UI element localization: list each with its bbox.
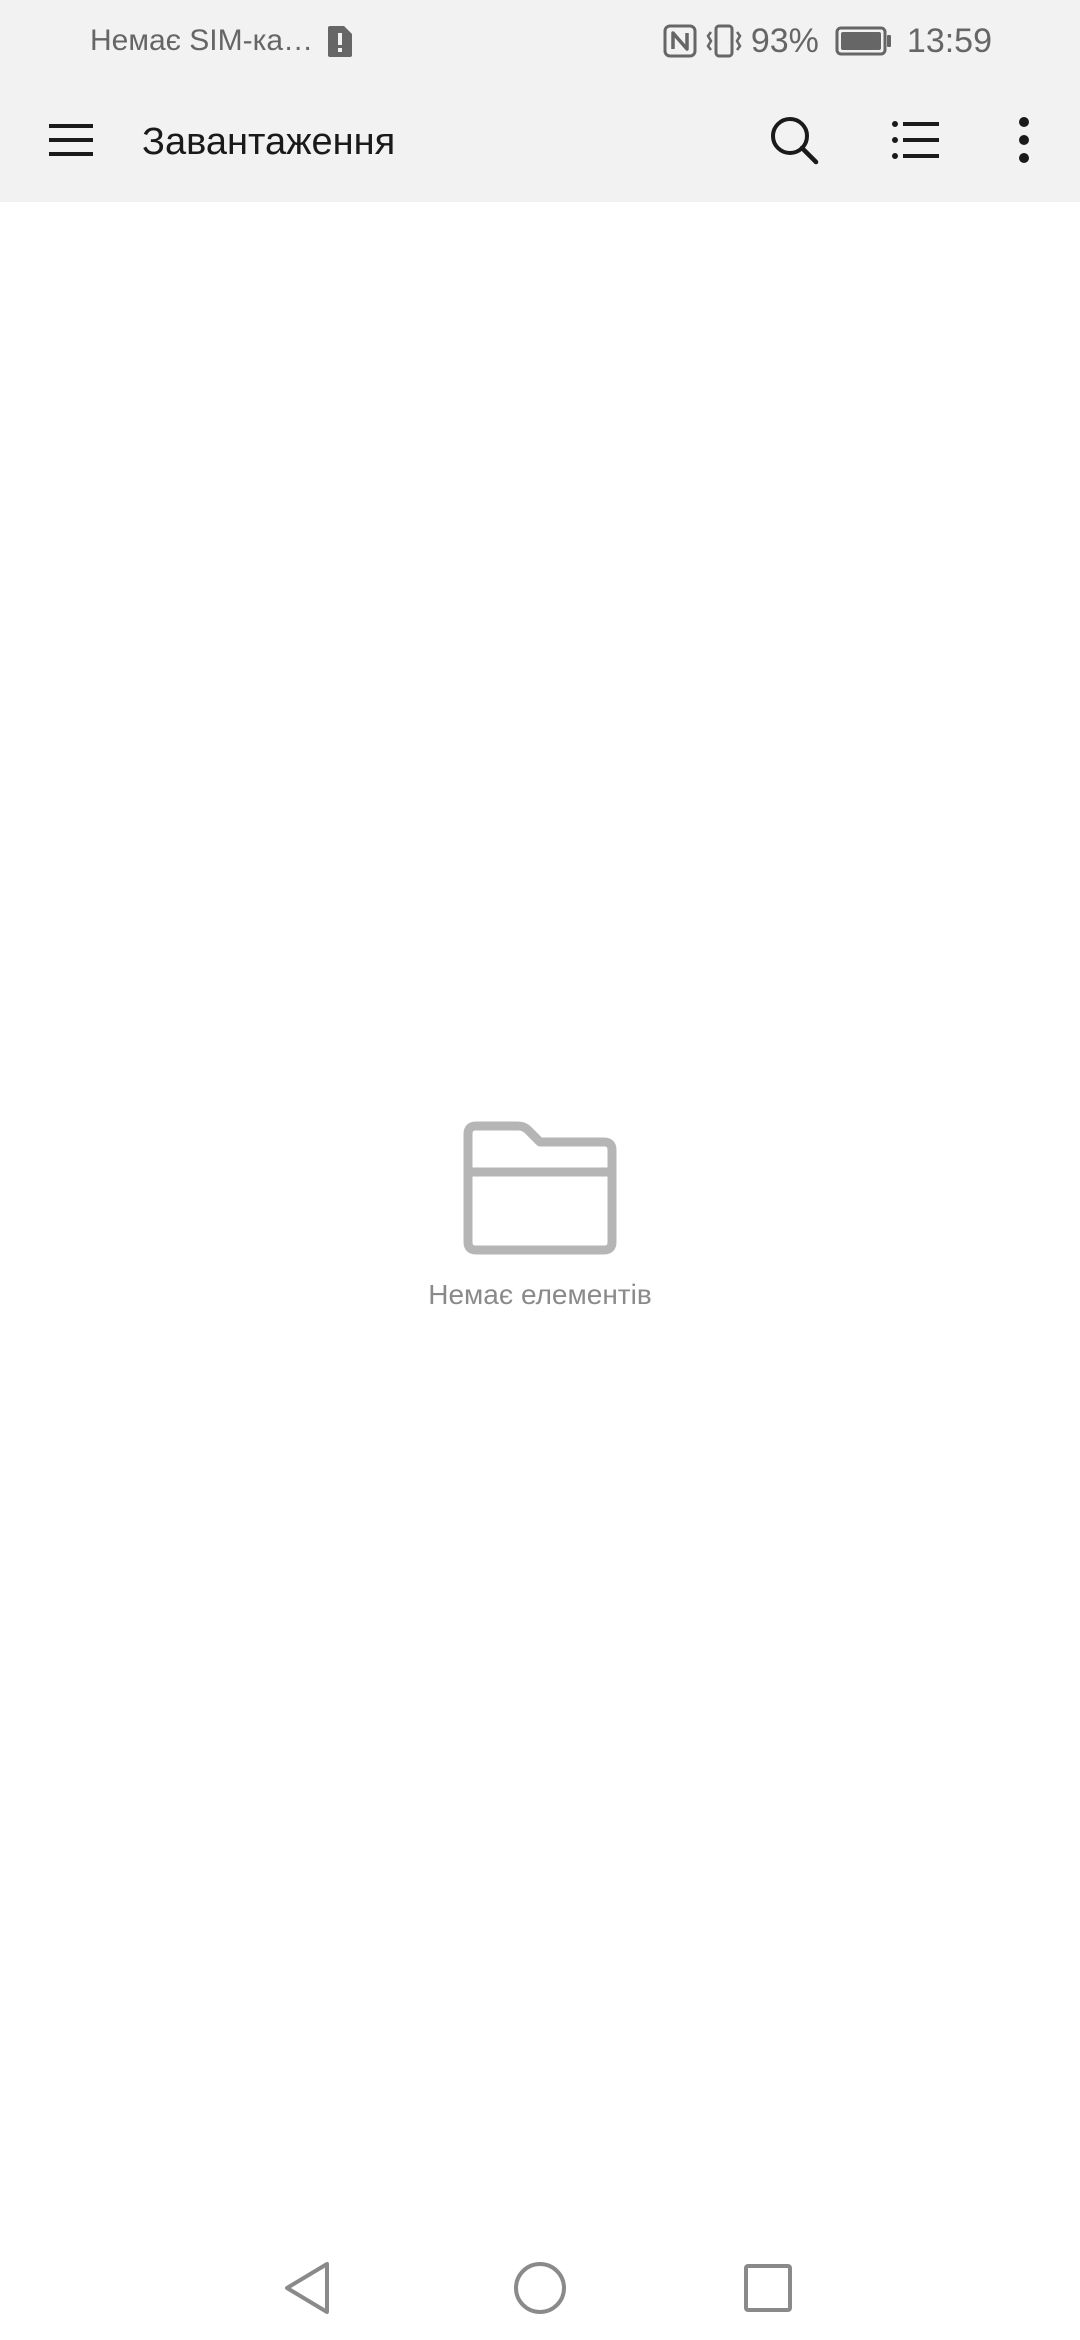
folder-icon [460, 1120, 620, 1261]
status-bar: Немає SIM-ка… 93% 13:59 [0, 0, 1080, 82]
list-view-icon [891, 118, 941, 167]
status-time: 13:59 [906, 21, 992, 60]
search-icon [768, 114, 820, 171]
battery-percent: 93% [750, 21, 819, 60]
list-view-button[interactable] [866, 82, 966, 202]
empty-state-text: Немає елементів [428, 1279, 652, 1310]
sim-alert-icon [325, 24, 355, 58]
empty-state: Немає елементів [0, 1120, 1080, 1311]
battery-icon [835, 26, 893, 56]
home-icon [512, 2260, 568, 2321]
screen: Немає SIM-ка… 93% 13:59 Завантаження Нем… [0, 0, 1080, 2340]
nfc-icon [663, 24, 697, 58]
app-bar: Завантаження [0, 82, 1080, 202]
recents-icon [743, 2263, 793, 2318]
more-vert-icon [1018, 116, 1030, 169]
page-title: Завантаження [142, 121, 396, 163]
status-left: Немає SIM-ка… [90, 0, 355, 82]
home-button[interactable] [490, 2240, 590, 2340]
vibrate-icon [705, 24, 743, 58]
status-right: 93% 13:59 [663, 0, 992, 82]
back-button[interactable] [258, 2240, 358, 2340]
more-options-button[interactable] [974, 82, 1074, 202]
menu-button[interactable] [21, 82, 121, 202]
recents-button[interactable] [718, 2240, 818, 2340]
menu-icon [47, 120, 95, 165]
navigation-bar [0, 2220, 1080, 2340]
search-button[interactable] [744, 82, 844, 202]
sim-status-text: Немає SIM-ка… [90, 24, 314, 57]
back-icon [281, 2260, 335, 2321]
